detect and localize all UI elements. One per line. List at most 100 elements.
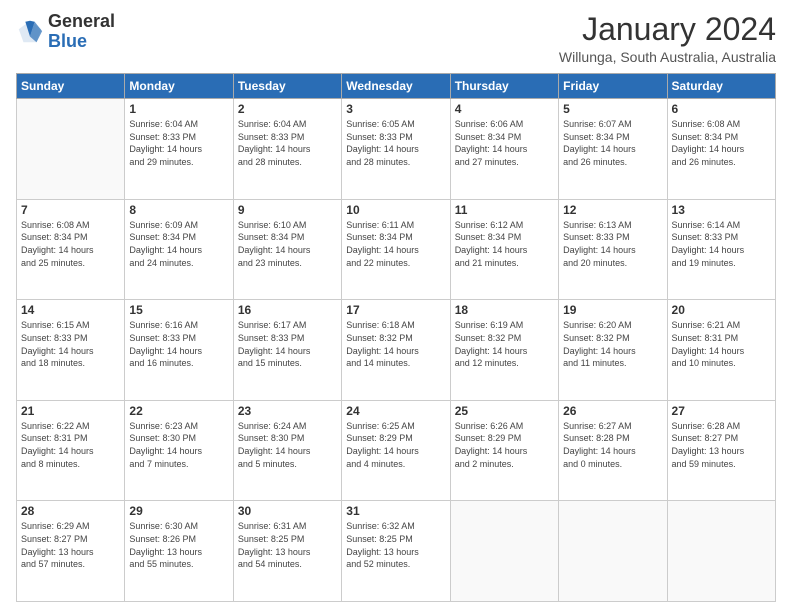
calendar-header: SundayMondayTuesdayWednesdayThursdayFrid…: [17, 74, 776, 99]
calendar-cell: 10 Sunrise: 6:11 AM Sunset: 8:34 PM Dayli…: [342, 199, 450, 300]
header-row: SundayMondayTuesdayWednesdayThursdayFrid…: [17, 74, 776, 99]
day-info: Sunrise: 6:26 AM Sunset: 8:29 PM Dayligh…: [455, 420, 554, 470]
calendar-cell: [450, 501, 558, 602]
calendar-cell: 18Sunrise: 6:19 AM Sunset: 8:32 PM Dayli…: [450, 300, 558, 401]
day-number: 7: [21, 203, 120, 217]
calendar-cell: 28 Sunrise: 6:29 AM Sunset: 8:27 PM Dayli…: [17, 501, 125, 602]
day-info: Sunrise: 6:18 AM Sunset: 8:32 PM Dayligh…: [346, 319, 445, 369]
calendar-cell: 4Sunrise: 6:06 AM Sunset: 8:34 PM Daylig…: [450, 99, 558, 200]
day-number: 13: [672, 203, 771, 217]
day-info: Sunrise: 6:23 AM Sunset: 8:30 PM Dayligh…: [129, 420, 228, 470]
calendar-table: SundayMondayTuesdayWednesdayThursdayFrid…: [16, 73, 776, 602]
calendar-cell: 19Sunrise: 6:20 AM Sunset: 8:32 PM Dayli…: [559, 300, 667, 401]
day-info: Sunrise: 6:28 AM Sunset: 8:27 PM Dayligh…: [672, 420, 771, 470]
day-info: Sunrise: 6:30 AM Sunset: 8:26 PM Dayligh…: [129, 520, 228, 570]
day-number: 2: [238, 102, 337, 116]
logo-general-text: General: [48, 12, 115, 32]
day-number: 12: [563, 203, 662, 217]
calendar-cell: 15 Sunrise: 6:16 AM Sunset: 8:33 PM Dayli…: [125, 300, 233, 401]
week-row-2: 7 Sunrise: 6:08 AM Sunset: 8:34 PM Daylig…: [17, 199, 776, 300]
day-number: 9: [238, 203, 337, 217]
day-number: 20: [672, 303, 771, 317]
day-number: 5: [563, 102, 662, 116]
header: General Blue January 2024 Willunga, Sout…: [16, 12, 776, 65]
calendar-cell: [559, 501, 667, 602]
day-info: Sunrise: 6:12 AM Sunset: 8:34 PM Dayligh…: [455, 219, 554, 269]
day-header-thursday: Thursday: [450, 74, 558, 99]
day-info: Sunrise: 6:06 AM Sunset: 8:34 PM Dayligh…: [455, 118, 554, 168]
calendar-cell: 23Sunrise: 6:24 AM Sunset: 8:30 PM Dayli…: [233, 400, 341, 501]
day-header-tuesday: Tuesday: [233, 74, 341, 99]
day-number: 10: [346, 203, 445, 217]
day-number: 25: [455, 404, 554, 418]
calendar-cell: 21Sunrise: 6:22 AM Sunset: 8:31 PM Dayli…: [17, 400, 125, 501]
day-number: 28: [21, 504, 120, 518]
day-number: 27: [672, 404, 771, 418]
day-info: Sunrise: 6:29 AM Sunset: 8:27 PM Dayligh…: [21, 520, 120, 570]
calendar-cell: 25 Sunrise: 6:26 AM Sunset: 8:29 PM Dayli…: [450, 400, 558, 501]
week-row-4: 21Sunrise: 6:22 AM Sunset: 8:31 PM Dayli…: [17, 400, 776, 501]
calendar-cell: 31Sunrise: 6:32 AM Sunset: 8:25 PM Dayli…: [342, 501, 450, 602]
day-info: Sunrise: 6:08 AM Sunset: 8:34 PM Dayligh…: [21, 219, 120, 269]
day-number: 26: [563, 404, 662, 418]
calendar-cell: 7 Sunrise: 6:08 AM Sunset: 8:34 PM Daylig…: [17, 199, 125, 300]
day-header-monday: Monday: [125, 74, 233, 99]
day-info: Sunrise: 6:16 AM Sunset: 8:33 PM Dayligh…: [129, 319, 228, 369]
day-number: 11: [455, 203, 554, 217]
day-info: Sunrise: 6:05 AM Sunset: 8:33 PM Dayligh…: [346, 118, 445, 168]
month-title: January 2024: [559, 12, 776, 47]
day-info: Sunrise: 6:10 AM Sunset: 8:34 PM Dayligh…: [238, 219, 337, 269]
logo-icon: [16, 18, 44, 46]
location: Willunga, South Australia, Australia: [559, 49, 776, 65]
day-header-saturday: Saturday: [667, 74, 775, 99]
calendar-cell: 1Sunrise: 6:04 AM Sunset: 8:33 PM Daylig…: [125, 99, 233, 200]
day-info: Sunrise: 6:13 AM Sunset: 8:33 PM Dayligh…: [563, 219, 662, 269]
calendar-cell: 30 Sunrise: 6:31 AM Sunset: 8:25 PM Dayli…: [233, 501, 341, 602]
day-header-sunday: Sunday: [17, 74, 125, 99]
day-info: Sunrise: 6:24 AM Sunset: 8:30 PM Dayligh…: [238, 420, 337, 470]
day-info: Sunrise: 6:19 AM Sunset: 8:32 PM Dayligh…: [455, 319, 554, 369]
day-info: Sunrise: 6:08 AM Sunset: 8:34 PM Dayligh…: [672, 118, 771, 168]
day-number: 22: [129, 404, 228, 418]
logo-text: General Blue: [48, 12, 115, 52]
calendar-cell: 6 Sunrise: 6:08 AM Sunset: 8:34 PM Daylig…: [667, 99, 775, 200]
calendar-cell: 14Sunrise: 6:15 AM Sunset: 8:33 PM Dayli…: [17, 300, 125, 401]
day-info: Sunrise: 6:21 AM Sunset: 8:31 PM Dayligh…: [672, 319, 771, 369]
calendar-cell: 24 Sunrise: 6:25 AM Sunset: 8:29 PM Dayli…: [342, 400, 450, 501]
calendar-cell: 20 Sunrise: 6:21 AM Sunset: 8:31 PM Dayli…: [667, 300, 775, 401]
day-number: 24: [346, 404, 445, 418]
day-info: Sunrise: 6:14 AM Sunset: 8:33 PM Dayligh…: [672, 219, 771, 269]
calendar-cell: 2 Sunrise: 6:04 AM Sunset: 8:33 PM Daylig…: [233, 99, 341, 200]
week-row-1: 1Sunrise: 6:04 AM Sunset: 8:33 PM Daylig…: [17, 99, 776, 200]
day-number: 6: [672, 102, 771, 116]
day-info: Sunrise: 6:04 AM Sunset: 8:33 PM Dayligh…: [238, 118, 337, 168]
calendar-cell: 11 Sunrise: 6:12 AM Sunset: 8:34 PM Dayli…: [450, 199, 558, 300]
calendar-cell: 8Sunrise: 6:09 AM Sunset: 8:34 PM Daylig…: [125, 199, 233, 300]
day-info: Sunrise: 6:20 AM Sunset: 8:32 PM Dayligh…: [563, 319, 662, 369]
day-info: Sunrise: 6:31 AM Sunset: 8:25 PM Dayligh…: [238, 520, 337, 570]
day-number: 16: [238, 303, 337, 317]
calendar-cell: [667, 501, 775, 602]
day-info: Sunrise: 6:07 AM Sunset: 8:34 PM Dayligh…: [563, 118, 662, 168]
calendar-cell: 3Sunrise: 6:05 AM Sunset: 8:33 PM Daylig…: [342, 99, 450, 200]
day-info: Sunrise: 6:11 AM Sunset: 8:34 PM Dayligh…: [346, 219, 445, 269]
day-number: 29: [129, 504, 228, 518]
calendar-cell: 22 Sunrise: 6:23 AM Sunset: 8:30 PM Dayli…: [125, 400, 233, 501]
calendar-cell: 29 Sunrise: 6:30 AM Sunset: 8:26 PM Dayli…: [125, 501, 233, 602]
day-number: 21: [21, 404, 120, 418]
calendar-body: 1Sunrise: 6:04 AM Sunset: 8:33 PM Daylig…: [17, 99, 776, 602]
day-number: 31: [346, 504, 445, 518]
week-row-5: 28 Sunrise: 6:29 AM Sunset: 8:27 PM Dayli…: [17, 501, 776, 602]
day-info: Sunrise: 6:04 AM Sunset: 8:33 PM Dayligh…: [129, 118, 228, 168]
logo-blue-text: Blue: [48, 32, 115, 52]
calendar-cell: [17, 99, 125, 200]
calendar-cell: 17Sunrise: 6:18 AM Sunset: 8:32 PM Dayli…: [342, 300, 450, 401]
calendar-cell: 27 Sunrise: 6:28 AM Sunset: 8:27 PM Dayli…: [667, 400, 775, 501]
day-number: 30: [238, 504, 337, 518]
day-number: 14: [21, 303, 120, 317]
calendar-cell: 9 Sunrise: 6:10 AM Sunset: 8:34 PM Daylig…: [233, 199, 341, 300]
calendar-cell: 5 Sunrise: 6:07 AM Sunset: 8:34 PM Daylig…: [559, 99, 667, 200]
day-info: Sunrise: 6:25 AM Sunset: 8:29 PM Dayligh…: [346, 420, 445, 470]
title-block: January 2024 Willunga, South Australia, …: [559, 12, 776, 65]
day-number: 15: [129, 303, 228, 317]
